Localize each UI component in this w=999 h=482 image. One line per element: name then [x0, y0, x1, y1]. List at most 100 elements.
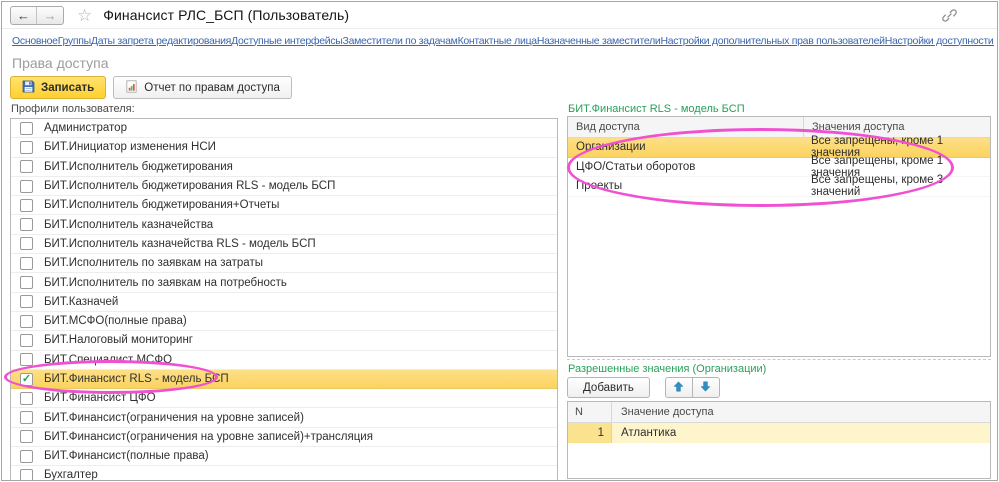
checkbox[interactable]: [20, 469, 33, 481]
history-nav-group: ← →: [10, 6, 64, 25]
title-bar: ← → ☆ Финансист РЛС_БСП (Пользователь): [2, 2, 997, 29]
profile-row[interactable]: БИТ.Финансист(ограничения на уровне запи…: [11, 428, 557, 447]
column-header-n[interactable]: N: [568, 402, 612, 422]
checkbox[interactable]: [20, 334, 33, 347]
checkbox[interactable]: [20, 257, 33, 270]
profile-row[interactable]: БИТ.Исполнитель казначейства: [11, 215, 557, 234]
profiles-panel: Профили пользователя: Администратор БИТ.И…: [10, 101, 558, 479]
allowed-values-table: N Значение доступа 1Атлантика: [567, 401, 991, 479]
profile-row[interactable]: БИТ.Исполнитель бюджетирования: [11, 158, 557, 177]
profile-label: БИТ.Исполнитель по заявкам на потребност…: [44, 277, 287, 289]
allowed-values-rows: 1Атлантика: [568, 423, 990, 443]
profile-row[interactable]: БИТ.Инициатор изменения НСИ: [11, 138, 557, 157]
checkbox[interactable]: [20, 411, 33, 424]
move-down-button[interactable]: [692, 377, 720, 398]
profile-label: БИТ.Инициатор изменения НСИ: [44, 141, 216, 153]
access-panel: БИТ.Финансист RLS - модель БСП Вид досту…: [567, 101, 991, 479]
checkbox[interactable]: [20, 450, 33, 463]
profile-row[interactable]: БИТ.Исполнитель казначейства RLS - модел…: [11, 235, 557, 254]
profile-label: БИТ.Исполнитель казначейства: [44, 219, 213, 231]
profile-label: БИТ.Исполнитель бюджетирования: [44, 161, 233, 173]
checkbox[interactable]: [20, 180, 33, 193]
profile-row[interactable]: БИТ.Налоговый мониторинг: [11, 331, 557, 350]
nav-link[interactable]: Группы: [58, 35, 91, 47]
access-kind-cell: ЦФО/Статьи оборотов: [568, 161, 803, 173]
profile-row[interactable]: БИТ.Исполнитель бюджетирования+Отчеты: [11, 196, 557, 215]
get-link-icon[interactable]: [942, 8, 957, 28]
profile-label: БИТ.Финансист RLS - модель БСП: [44, 373, 229, 385]
checkbox[interactable]: [20, 295, 33, 308]
nav-link[interactable]: Назначенные заместители: [537, 35, 661, 47]
nav-link[interactable]: Даты запрета редактирования: [91, 35, 231, 47]
report-icon: [125, 80, 138, 96]
profile-label: БИТ.Исполнитель бюджетирования+Отчеты: [44, 199, 279, 211]
profile-label: БИТ.Финансист(ограничения на уровне запи…: [44, 412, 304, 424]
forward-button[interactable]: →: [37, 7, 63, 24]
checkbox[interactable]: [20, 141, 33, 154]
profile-row[interactable]: БИТ.Финансист(полные права): [11, 447, 557, 466]
profile-label: БИТ.Финансист(полные права): [44, 450, 209, 462]
add-button[interactable]: Добавить: [567, 377, 650, 398]
checkbox[interactable]: [20, 237, 33, 250]
arrow-down-icon: [700, 380, 711, 395]
section-title: Права доступа: [12, 55, 108, 71]
access-kind-cell: Проекты: [568, 180, 803, 192]
column-header-access-value[interactable]: Значение доступа: [612, 406, 990, 418]
access-values-cell: Все запрещены, кроме 3 значений: [803, 174, 990, 198]
profile-row[interactable]: БИТ.Специалист МСФО: [11, 351, 557, 370]
checkbox[interactable]: [20, 353, 33, 366]
nav-link[interactable]: Доступные интерфейсы: [231, 35, 342, 47]
allowed-values-table-header: N Значение доступа: [568, 402, 990, 423]
checkbox[interactable]: [20, 199, 33, 212]
app-window: ← → ☆ Финансист РЛС_БСП (Пользователь) О…: [1, 1, 998, 481]
checkbox[interactable]: [20, 276, 33, 289]
profile-row[interactable]: БИТ.МСФО(полные права): [11, 312, 557, 331]
profile-label: БИТ.Исполнитель по заявкам на затраты: [44, 257, 263, 269]
profile-row[interactable]: Бухгалтер: [11, 466, 557, 481]
nav-link[interactable]: Основное: [12, 35, 58, 47]
profile-label: БИТ.Специалист МСФО: [44, 354, 172, 366]
profile-row[interactable]: ✓ БИТ.Финансист RLS - модель БСП: [11, 370, 557, 389]
profiles-label: Профили пользователя:: [11, 103, 558, 115]
nav-link[interactable]: Настройки дополнительных прав пользовате…: [660, 35, 884, 47]
nav-link[interactable]: Заместители по задачам: [343, 35, 458, 47]
allowed-value-row[interactable]: 1Атлантика: [568, 423, 990, 443]
profile-row[interactable]: БИТ.Казначей: [11, 293, 557, 312]
checkbox[interactable]: [20, 315, 33, 328]
column-header-access-values[interactable]: Значения доступа: [803, 117, 990, 137]
back-button[interactable]: ←: [11, 7, 37, 24]
profile-label: Администратор: [44, 122, 127, 134]
profile-label: БИТ.Финансист ЦФО: [44, 392, 156, 404]
checkbox[interactable]: ✓: [20, 373, 33, 386]
profile-row[interactable]: БИТ.Исполнитель бюджетирования RLS - мод…: [11, 177, 557, 196]
checkbox[interactable]: [20, 160, 33, 173]
checkbox[interactable]: [20, 218, 33, 231]
profile-row[interactable]: Администратор: [11, 119, 557, 138]
access-kind-row[interactable]: ПроектыВсе запрещены, кроме 3 значений: [568, 177, 990, 197]
nav-link[interactable]: Контактные лица: [458, 35, 537, 47]
nav-link[interactable]: Настройки доступности вариантов: [885, 35, 994, 47]
column-header-access-kind[interactable]: Вид доступа: [568, 121, 803, 133]
access-rights-report-button[interactable]: Отчет по правам доступа: [113, 76, 292, 99]
allowed-values-header: Разрешенные значения (Организации): [568, 363, 766, 375]
profile-label: Бухгалтер: [44, 469, 98, 481]
profile-label: БИТ.Исполнитель бюджетирования RLS - мод…: [44, 180, 335, 192]
checkbox[interactable]: [20, 430, 33, 443]
move-buttons-group: [665, 377, 720, 398]
profile-label: БИТ.Исполнитель казначейства RLS - модел…: [44, 238, 316, 250]
save-button[interactable]: Записать: [10, 76, 106, 99]
profile-row[interactable]: БИТ.Финансист(ограничения на уровне запи…: [11, 408, 557, 427]
move-up-button[interactable]: [665, 377, 693, 398]
profile-row[interactable]: БИТ.Финансист ЦФО: [11, 389, 557, 408]
panel-splitter[interactable]: [567, 359, 991, 360]
row-number-cell: 1: [568, 423, 612, 443]
checkbox[interactable]: [20, 392, 33, 405]
favorite-star-icon[interactable]: ☆: [77, 7, 92, 24]
floppy-disk-icon: [22, 80, 35, 96]
profile-row[interactable]: БИТ.Исполнитель по заявкам на затраты: [11, 254, 557, 273]
command-bar: Записать Отчет по правам доступа: [10, 76, 292, 99]
access-kinds-header: БИТ.Финансист RLS - модель БСП: [568, 103, 745, 115]
profile-row[interactable]: БИТ.Исполнитель по заявкам на потребност…: [11, 273, 557, 292]
checkbox[interactable]: [20, 122, 33, 135]
profile-label: БИТ.Казначей: [44, 296, 118, 308]
